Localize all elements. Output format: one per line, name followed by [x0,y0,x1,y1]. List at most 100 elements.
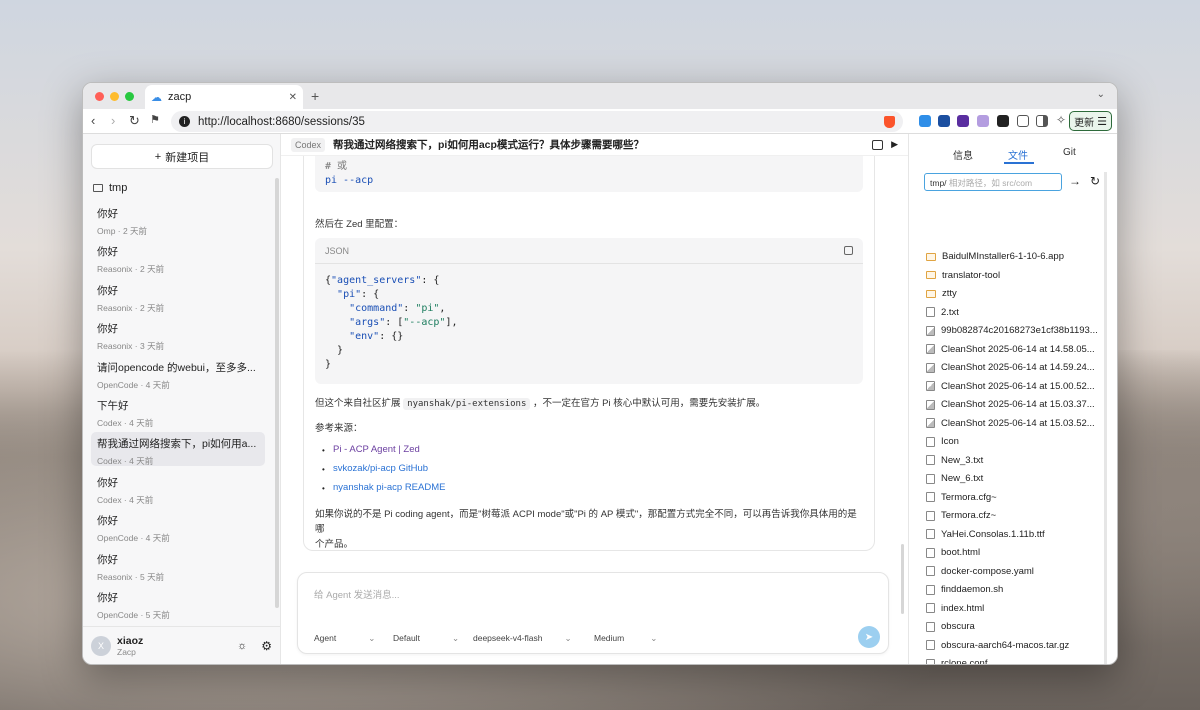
file-item[interactable]: docker-compose.yaml [926,566,1034,577]
folder-icon [926,252,936,261]
chat-scrollbar[interactable] [901,544,904,614]
project-folder[interactable]: tmp [93,182,127,194]
file-item[interactable]: index.html [926,603,984,614]
go-extension-icon[interactable] [957,115,969,127]
go-arrow-icon[interactable]: → [1069,174,1081,188]
session-meta: Reasonix · 3 天前 [97,341,165,352]
agent-select[interactable]: Agent ⌄ [314,633,375,644]
zotero-extension-icon[interactable] [919,115,931,127]
file-item[interactable]: Termora.cfz~ [926,510,996,521]
user-subtitle: Zacp [117,646,136,657]
file-item[interactable]: ztty [926,288,957,299]
close-tab-icon[interactable]: ✕ [289,92,297,103]
file-list-scrollbar[interactable] [1104,172,1107,664]
refresh-icon[interactable]: ↻ [1090,174,1100,188]
theme-toggle-icon[interactable]: ☼ [237,640,247,652]
file-name: finddaemon.sh [941,584,1004,595]
file-item[interactable]: CleanShot 2025-06-14 at 14.58.05... [926,344,1095,355]
text-line: 如果你说的不是 Pi coding agent，而是"树莓派 ACPI mode… [315,509,857,535]
browser-tab[interactable]: ☁ zacp ✕ [145,85,303,109]
close-window-button[interactable] [95,92,104,101]
session-title: 你好 [97,553,118,566]
file-item[interactable]: New_6.txt [926,473,983,484]
session-item[interactable]: 你好 Reasonix · 5 天前 [91,548,265,582]
file-item[interactable]: CleanShot 2025-06-14 at 15.00.52... [926,381,1095,392]
image-file-icon [926,381,935,391]
file-item[interactable]: BaidulMInstaller6-1-10-6.app [926,251,1064,262]
session-item[interactable]: 下午好 Codex · 4 天前 [91,394,265,428]
file-item[interactable]: obscura-aarch64-macos.tar.gz [926,640,1069,651]
source-link[interactable]: svkozak/pi-acp GitHub [333,463,428,474]
grid-extension-icon[interactable] [997,115,1009,127]
session-item[interactable]: 你好 Reasonix · 3 天前 [91,317,265,351]
file-item[interactable]: Icon [926,436,959,447]
new-tab-button[interactable]: + [311,88,319,104]
update-button[interactable]: 更新 ☰ [1069,111,1112,131]
maximize-window-button[interactable] [125,92,134,101]
mode-select[interactable]: Default ⌄ [393,633,459,644]
session-item[interactable]: 请问opencode 的webui，至多多... OpenCode · 4 天前 [91,356,265,390]
file-item[interactable]: boot.html [926,547,980,558]
session-item[interactable]: 你好 Omp · 2 天前 [91,202,265,236]
file-item[interactable]: CleanShot 2025-06-14 at 14.59.24... [926,362,1095,373]
zacp-logo-icon: ☁ [151,91,162,104]
code-block-shell: # 或 pi --acp [315,156,863,192]
session-item[interactable]: 帮我通过网络搜索下，pi如何用a... Codex · 4 天前 [91,432,265,467]
tab-files[interactable]: 文件 [1008,147,1028,162]
model-select[interactable]: deepseek-v4-flash ⌄ [473,633,572,644]
session-title: 你好 [97,284,118,297]
address-bar[interactable]: i http://localhost:8680/sessions/35 [171,111,903,132]
source-link[interactable]: Pi - ACP Agent | Zed [333,444,420,455]
file-name: CleanShot 2025-06-14 at 15.03.37... [941,399,1095,410]
source-link[interactable]: nyanshak pi-acp README [333,482,445,493]
session-item[interactable]: 你好 OpenCode · 4 天前 [91,509,265,543]
copy-icon[interactable] [844,246,853,255]
effort-select[interactable]: Medium ⌄ [594,633,657,644]
tab-git[interactable]: Git [1063,147,1076,158]
sidebar-scrollbar[interactable] [275,178,279,608]
sidebar-toggle-icon[interactable] [1036,115,1048,127]
settings-gear-icon[interactable]: ⚙ [261,639,272,653]
file-item[interactable]: 99b082874c20168273e1cf38b1193... [926,325,1098,336]
file-item[interactable]: CleanShot 2025-06-14 at 15.03.37... [926,399,1095,410]
file-item[interactable]: rclone.conf [926,658,987,664]
new-project-button[interactable]: + 新建项目 [91,144,273,169]
puzzle-extensions-icon[interactable] [1017,115,1029,127]
file-item[interactable]: finddaemon.sh [926,584,1003,595]
session-item[interactable]: 你好 OpenCode · 5 天前 [91,586,265,620]
file-item[interactable]: obscura [926,621,975,632]
send-button[interactable]: ➤ [858,626,880,648]
sparkle-icon[interactable]: ✧ [1056,113,1068,127]
bitwarden-extension-icon[interactable] [938,115,950,127]
back-icon[interactable]: ‹ [91,113,95,128]
file-item[interactable]: CleanShot 2025-06-14 at 15.03.52... [926,418,1095,429]
path-input[interactable]: tmp/ 相对路径，如 src/com [924,173,1062,191]
site-info-icon[interactable]: i [179,116,190,127]
file-item[interactable]: New_3.txt [926,455,983,466]
minimize-window-button[interactable] [110,92,119,101]
file-name: translator-tool [942,269,1001,281]
file-icon [926,621,935,632]
file-item[interactable]: 2.txt [926,307,959,318]
terminal-icon[interactable] [872,139,884,150]
file-item[interactable]: Termora.cfg~ [926,492,997,503]
message-input[interactable]: 给 Agent 发送消息... [314,587,854,601]
avatar[interactable]: X [91,635,111,656]
file-item[interactable]: YaHei.Consolas.1.11b.ttf [926,529,1045,540]
extension-icon[interactable] [977,115,989,127]
chat-header: Codex 帮我通过网络搜索下，pi如何用acp模式运行？具体步骤需要哪些？ ▶ [281,134,908,156]
bookmark-icon[interactable]: ⚑ [150,113,160,126]
session-title: 你好 [97,246,118,259]
forward-icon[interactable]: › [111,113,115,128]
file-name: Termora.cfg~ [941,491,997,503]
session-item[interactable]: 你好 Reasonix · 2 天前 [91,279,265,313]
session-item[interactable]: 你好 Codex · 4 天前 [91,471,265,505]
tab-info[interactable]: 信息 [953,147,973,162]
file-item[interactable]: translator-tool [926,270,1000,281]
reload-icon[interactable]: ↻ [129,113,140,129]
chevron-down-icon: ⌄ [564,633,572,643]
run-icon[interactable]: ▶ [891,139,898,150]
brave-shield-icon[interactable] [884,115,895,128]
session-item[interactable]: 你好 Reasonix · 2 天前 [91,240,265,274]
tab-list-chevron-icon[interactable]: ⌄ [1097,89,1105,100]
